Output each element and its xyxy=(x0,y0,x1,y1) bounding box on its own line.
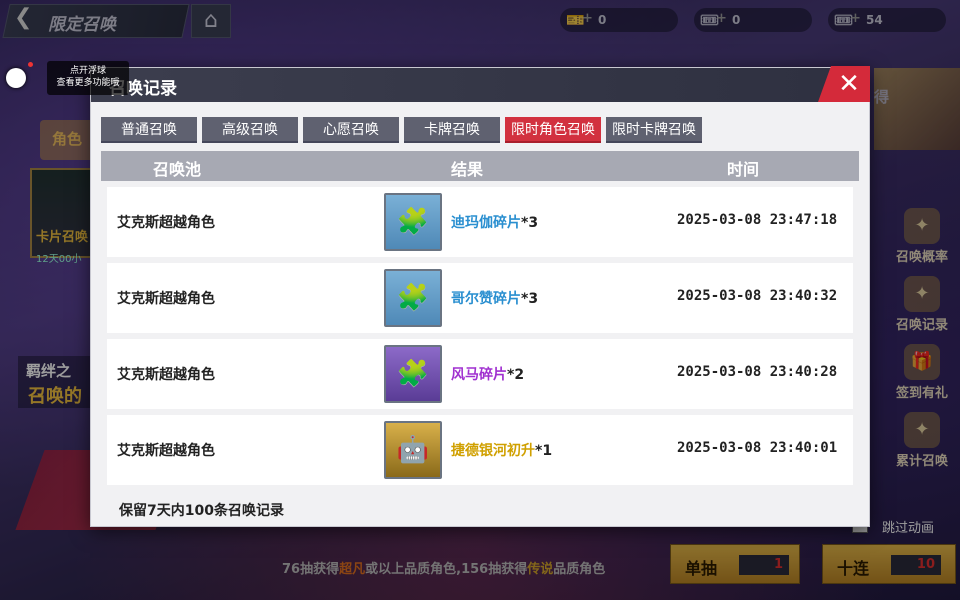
row-pool: 艾克斯超越角色 xyxy=(117,291,215,307)
item-quantity: *1 xyxy=(535,443,553,459)
floating-ball-tooltip: 点开浮球 查看更多功能哦 xyxy=(47,61,129,95)
table-row: 艾克斯超越角色 🧩 迪玛伽碎片*3 2025-03-08 23:47:18 xyxy=(107,187,853,257)
notification-dot xyxy=(28,62,33,67)
table-header: 召唤池 结果 时间 xyxy=(101,151,859,181)
row-time: 2025-03-08 23:40:28 xyxy=(677,364,838,380)
item-quantity: *3 xyxy=(521,215,539,231)
tab-advanced-summon[interactable]: 高级召唤 xyxy=(202,117,298,143)
tab-normal-summon[interactable]: 普通召唤 xyxy=(101,117,197,143)
row-pool: 艾克斯超越角色 xyxy=(117,367,215,383)
item-name: 风马碎片 xyxy=(451,367,507,383)
tab-limited-card-summon[interactable]: 限时卡牌召唤 xyxy=(606,117,702,143)
column-pool: 召唤池 xyxy=(153,160,202,179)
item-name: 迪玛伽碎片 xyxy=(451,215,521,231)
fragment-icon[interactable]: 🧩 xyxy=(384,269,442,327)
retention-note: 保留7天内100条召唤记录 xyxy=(119,503,284,519)
table-row: 艾克斯超越角色 🧩 风马碎片*2 2025-03-08 23:40:28 xyxy=(107,339,853,409)
fragment-icon[interactable]: 🧩 xyxy=(384,193,442,251)
row-result: 风马碎片*2 xyxy=(451,364,524,384)
tooltip-line: 查看更多功能哦 xyxy=(56,78,120,88)
fragment-icon[interactable]: 🧩 xyxy=(384,345,442,403)
table-row: 艾克斯超越角色 🤖 捷德银河初升*1 2025-03-08 23:40:01 xyxy=(107,415,853,485)
item-name: 捷德银河初升 xyxy=(451,443,535,459)
tooltip-line: 点开浮球 xyxy=(69,66,106,76)
row-result: 哥尔赞碎片*3 xyxy=(451,288,538,308)
item-quantity: *2 xyxy=(507,367,525,383)
row-result: 迪玛伽碎片*3 xyxy=(451,212,538,232)
row-time: 2025-03-08 23:40:01 xyxy=(677,440,838,456)
character-portrait-icon[interactable]: 🤖 xyxy=(384,421,442,479)
summon-record-dialog: 召唤记录 ✕ 普通召唤 高级召唤 心愿召唤 卡牌召唤 限时角色召唤 限时卡牌召唤… xyxy=(90,66,870,527)
close-icon: ✕ xyxy=(838,69,860,99)
floating-ball[interactable] xyxy=(6,68,26,88)
dialog-header: 召唤记录 xyxy=(91,68,869,102)
tab-wish-summon[interactable]: 心愿召唤 xyxy=(303,117,399,143)
column-result: 结果 xyxy=(451,160,484,179)
tab-card-summon[interactable]: 卡牌召唤 xyxy=(404,117,500,143)
item-name: 哥尔赞碎片 xyxy=(451,291,521,307)
tab-limited-character-summon[interactable]: 限时角色召唤 xyxy=(505,117,601,143)
item-quantity: *3 xyxy=(521,291,539,307)
record-list[interactable]: 艾克斯超越角色 🧩 迪玛伽碎片*3 2025-03-08 23:47:18 艾克… xyxy=(107,187,853,487)
row-pool: 艾克斯超越角色 xyxy=(117,215,215,231)
row-pool: 艾克斯超越角色 xyxy=(117,443,215,459)
row-result: 捷德银河初升*1 xyxy=(451,440,552,460)
row-time: 2025-03-08 23:40:32 xyxy=(677,288,838,304)
table-row: 艾克斯超越角色 🧩 哥尔赞碎片*3 2025-03-08 23:40:32 xyxy=(107,263,853,333)
row-time: 2025-03-08 23:47:18 xyxy=(677,212,838,228)
column-time: 时间 xyxy=(727,160,760,179)
